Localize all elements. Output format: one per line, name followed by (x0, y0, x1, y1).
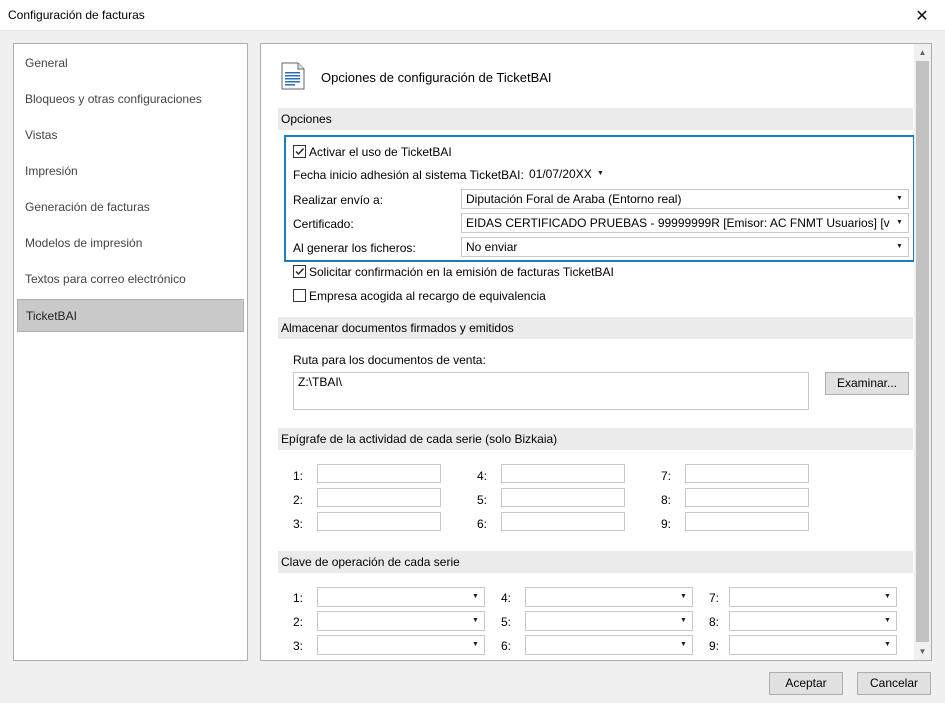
epigrafe-input-5[interactable] (501, 488, 625, 507)
title-bar: Configuración de facturas ✕ (0, 0, 945, 31)
epigrafe-input-7[interactable] (685, 464, 809, 483)
nav-item-bloqueos[interactable]: Bloqueos y otras configuraciones (17, 83, 244, 116)
clave-label-4: 4: (501, 591, 512, 605)
nav-item-vistas[interactable]: Vistas (17, 119, 244, 152)
page-title: Opciones de configuración de TicketBAI (321, 70, 552, 85)
certificado-label: Certificado: (293, 217, 354, 231)
activar-checkbox[interactable] (293, 145, 306, 158)
content-panel: Opciones de configuración de TicketBAI O… (260, 43, 932, 661)
epigrafe-label-1: 1: (293, 469, 304, 483)
clave-select-9[interactable]: ▼ (729, 635, 897, 655)
recargo-checkbox[interactable] (293, 289, 306, 302)
certificado-select[interactable]: EIDAS CERTIFICADO PRUEBAS - 99999999R [E… (461, 213, 909, 233)
cancel-button[interactable]: Cancelar (857, 672, 931, 695)
clave-label-7: 7: (709, 591, 720, 605)
scroll-down-icon[interactable]: ▼ (914, 643, 931, 660)
activar-label: Activar el uso de TicketBAI (309, 145, 452, 159)
ficheros-label: Al generar los ficheros: (293, 241, 416, 255)
scroll-up-icon[interactable]: ▲ (914, 44, 931, 61)
nav-item-modelos[interactable]: Modelos de impresión (17, 227, 244, 260)
clave-select-2[interactable]: ▼ (317, 611, 485, 631)
nav-item-generacion[interactable]: Generación de facturas (17, 191, 244, 224)
chevron-down-icon[interactable]: ▼ (467, 612, 484, 630)
section-epigrafe: Epígrafe de la actividad de cada serie (… (278, 428, 913, 450)
epigrafe-label-5: 5: (477, 493, 488, 507)
epigrafe-label-7: 7: (661, 469, 672, 483)
ficheros-value: No enviar (466, 240, 518, 254)
section-almacenar: Almacenar documentos firmados y emitidos (278, 317, 913, 339)
document-icon (281, 62, 305, 90)
clave-label-1: 1: (293, 591, 304, 605)
epigrafe-input-1[interactable] (317, 464, 441, 483)
ficheros-select[interactable]: No enviar ▼ (461, 237, 909, 257)
chevron-down-icon[interactable]: ▼ (879, 612, 896, 630)
solicitar-label: Solicitar confirmación en la emisión de … (309, 265, 614, 279)
epigrafe-input-8[interactable] (685, 488, 809, 507)
clave-label-8: 8: (709, 615, 720, 629)
section-clave: Clave de operación de cada serie (278, 551, 913, 573)
chevron-down-icon[interactable]: ▼ (467, 588, 484, 606)
fecha-label: Fecha inicio adhesión al sistema TicketB… (293, 168, 524, 182)
epigrafe-input-9[interactable] (685, 512, 809, 531)
clave-label-5: 5: (501, 615, 512, 629)
examinar-button[interactable]: Examinar... (825, 372, 909, 395)
accept-button[interactable]: Aceptar (769, 672, 843, 695)
nav-item-impresion[interactable]: Impresión (17, 155, 244, 188)
epigrafe-label-4: 4: (477, 469, 488, 483)
clave-select-5[interactable]: ▼ (525, 611, 693, 631)
nav-item-general[interactable]: General (17, 47, 244, 80)
window-title: Configuración de facturas (8, 8, 145, 22)
chevron-down-icon[interactable]: ▼ (891, 238, 908, 256)
certificado-value: EIDAS CERTIFICADO PRUEBAS - 99999999R [E… (466, 216, 890, 230)
chevron-down-icon[interactable]: ▼ (675, 588, 692, 606)
chevron-down-icon[interactable]: ▼ (879, 588, 896, 606)
chevron-down-icon[interactable]: ▼ (467, 636, 484, 654)
epigrafe-label-6: 6: (477, 517, 488, 531)
epigrafe-input-6[interactable] (501, 512, 625, 531)
nav-item-ticketbai[interactable]: TicketBAI (17, 299, 244, 332)
epigrafe-label-3: 3: (293, 517, 304, 531)
clave-select-4[interactable]: ▼ (525, 587, 693, 607)
clave-select-7[interactable]: ▼ (729, 587, 897, 607)
clave-label-2: 2: (293, 615, 304, 629)
scrollbar-thumb[interactable] (916, 61, 929, 642)
clave-label-3: 3: (293, 639, 304, 653)
epigrafe-label-2: 2: (293, 493, 304, 507)
envio-value: Diputación Foral de Araba (Entorno real) (466, 192, 682, 206)
envio-label: Realizar envío a: (293, 193, 384, 207)
clave-select-6[interactable]: ▼ (525, 635, 693, 655)
vertical-scrollbar[interactable]: ▲ ▼ (914, 44, 931, 660)
envio-select[interactable]: Diputación Foral de Araba (Entorno real)… (461, 189, 909, 209)
epigrafe-input-2[interactable] (317, 488, 441, 507)
ruta-label: Ruta para los documentos de venta: (293, 353, 486, 367)
nav-item-textos-correo[interactable]: Textos para correo electrónico (17, 263, 244, 296)
clave-select-3[interactable]: ▼ (317, 635, 485, 655)
solicitar-checkbox[interactable] (293, 265, 306, 278)
clave-select-1[interactable]: ▼ (317, 587, 485, 607)
recargo-label: Empresa acogida al recargo de equivalenc… (309, 289, 546, 303)
chevron-down-icon[interactable]: ▼ (891, 214, 908, 232)
chevron-down-icon[interactable]: ▼ (675, 636, 692, 654)
clave-label-9: 9: (709, 639, 720, 653)
clave-select-8[interactable]: ▼ (729, 611, 897, 631)
clave-label-6: 6: (501, 639, 512, 653)
epigrafe-label-9: 9: (661, 517, 672, 531)
section-opciones: Opciones (278, 108, 913, 130)
settings-nav: General Bloqueos y otras configuraciones… (13, 43, 248, 661)
epigrafe-label-8: 8: (661, 493, 672, 507)
epigrafe-input-4[interactable] (501, 464, 625, 483)
epigrafe-input-3[interactable] (317, 512, 441, 531)
chevron-down-icon[interactable]: ▼ (891, 190, 908, 208)
fecha-value: 01/07/20XX (529, 167, 591, 181)
ruta-input[interactable]: Z:\TBAI\ (293, 372, 809, 410)
chevron-down-icon[interactable]: ▼ (879, 636, 896, 654)
fecha-picker[interactable]: 01/07/20XX ▼ (524, 164, 610, 184)
close-icon[interactable]: ✕ (899, 0, 945, 31)
chevron-down-icon[interactable]: ▼ (675, 612, 692, 630)
chevron-down-icon[interactable]: ▼ (592, 165, 609, 183)
